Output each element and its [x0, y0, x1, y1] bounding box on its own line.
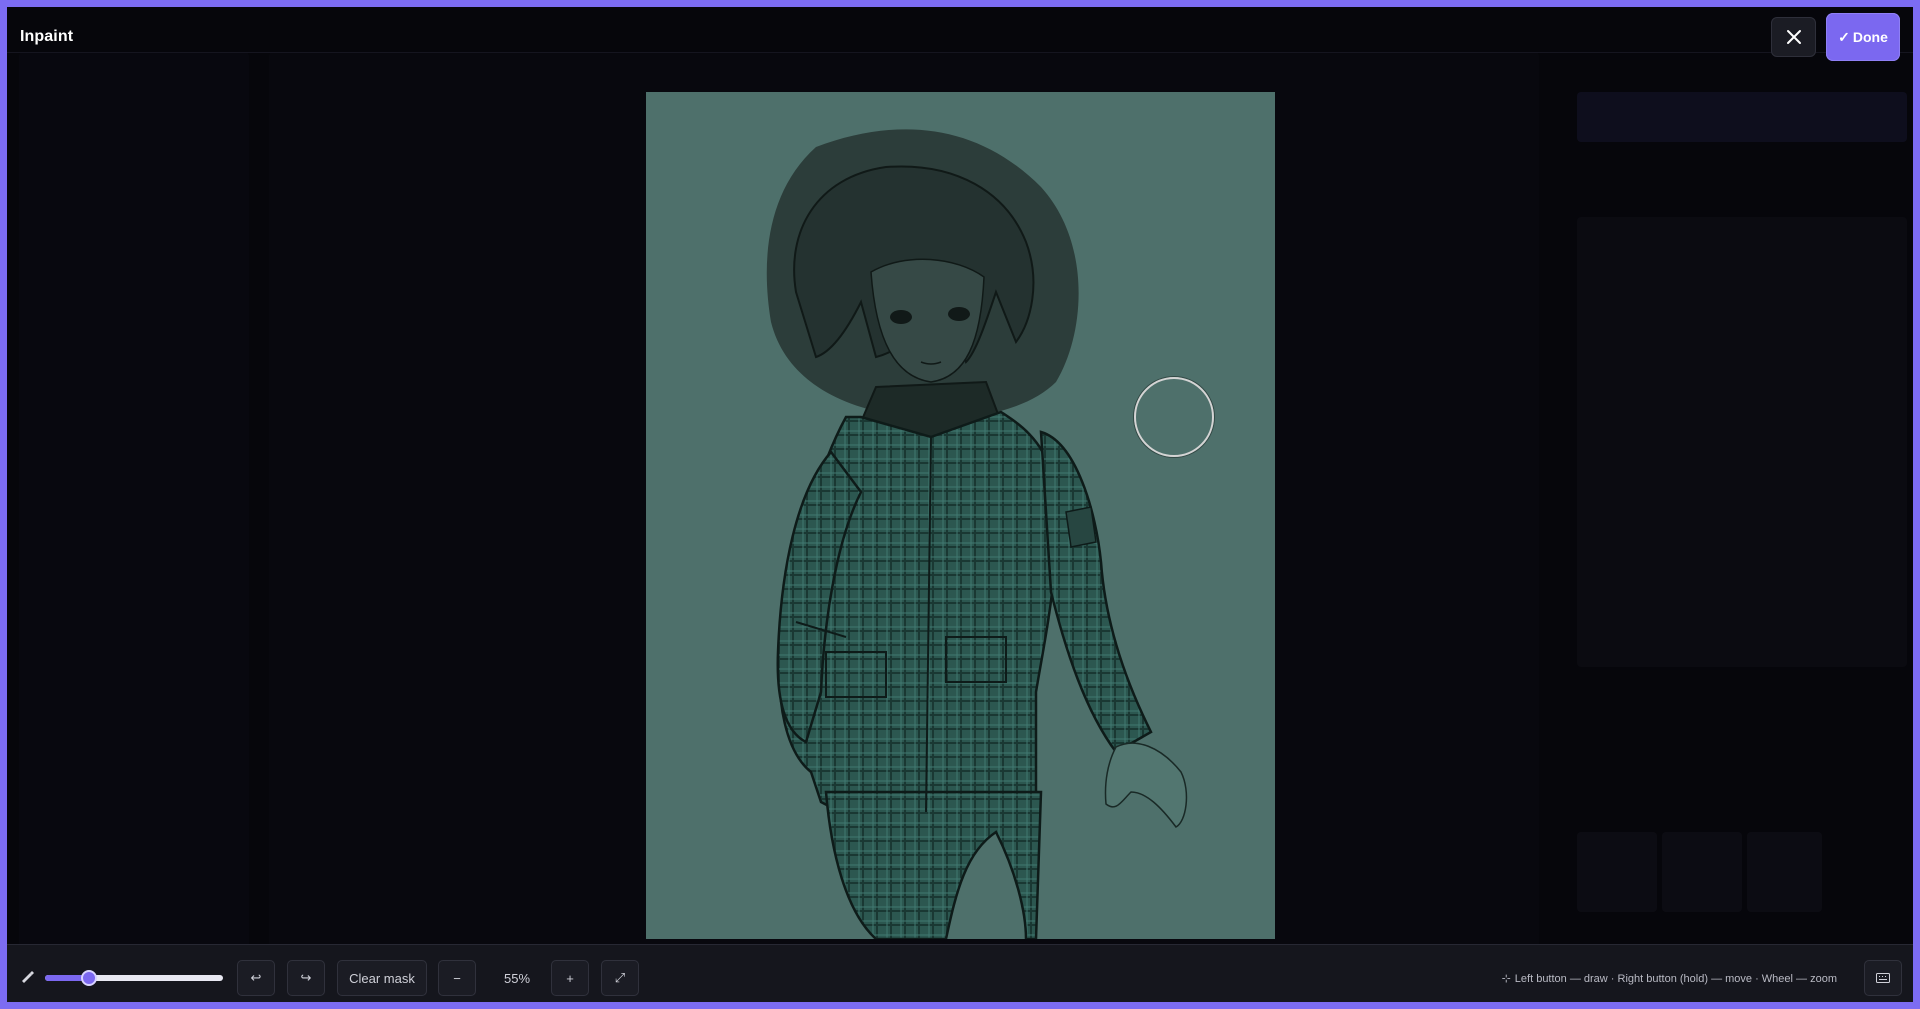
source-image[interactable]	[646, 92, 1275, 939]
inpaint-canvas[interactable]	[7, 67, 1913, 947]
check-icon: ✓	[1838, 28, 1850, 45]
zoom-level: 55%	[503, 970, 531, 986]
close-icon	[1786, 30, 1801, 44]
redo-button[interactable]: ↪	[287, 960, 325, 996]
clear-mask-button[interactable]: Clear mask	[337, 960, 427, 996]
undo-button[interactable]: ↩	[237, 960, 275, 996]
character-sketch	[646, 92, 1275, 939]
done-label: Done	[1852, 29, 1888, 45]
mouse-icon: ⊹	[1501, 973, 1511, 985]
fit-view-button[interactable]: ⤢	[601, 960, 639, 996]
controls-hint: ⊹ Left button — draw · Right button (hold…	[1502, 972, 1837, 985]
done-button[interactable]: ✓ Done	[1826, 13, 1900, 61]
modal-header: Inpaint ✓ Done	[7, 7, 1913, 67]
bottom-toolbar: ↩ ↪ Clear mask − 55% + ⤢ ⊹ Left button — …	[7, 944, 1913, 1002]
brush-size-slider[interactable]	[45, 970, 223, 986]
controls-hint-text: Left button — draw · Right button (hold)…	[1514, 973, 1837, 985]
keyboard-shortcuts-button[interactable]	[1864, 960, 1902, 996]
redo-icon: ↪	[300, 970, 312, 985]
close-button[interactable]	[1771, 17, 1816, 57]
brush-icon	[22, 971, 34, 983]
undo-icon: ↩	[250, 970, 262, 985]
brush-cursor	[1134, 377, 1214, 457]
zoom-out-button[interactable]: −	[438, 960, 476, 996]
keyboard-icon	[1876, 973, 1890, 983]
modal-title: Inpaint	[20, 28, 74, 45]
inpaint-modal: Inpaint ✓ Done ↩ ↪ Clear mask − 55% + ⤢ …	[7, 7, 1913, 1002]
zoom-in-button[interactable]: +	[551, 960, 589, 996]
slider-thumb[interactable]	[80, 970, 97, 986]
expand-icon: ⤢	[614, 970, 626, 985]
